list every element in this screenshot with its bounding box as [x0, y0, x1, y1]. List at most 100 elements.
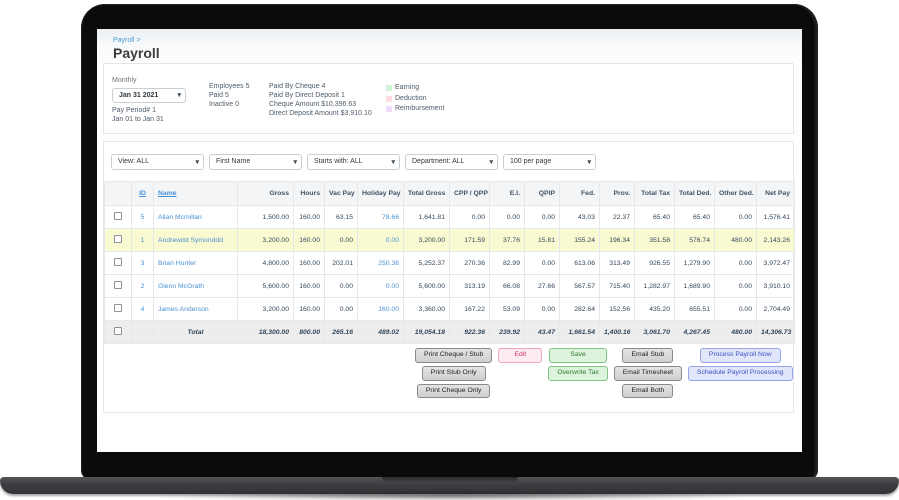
process-payroll-now-button[interactable]: Process Payroll Now: [699, 348, 781, 363]
cell-hours: 160.00: [293, 251, 325, 275]
cell-prov: 22.37: [599, 205, 635, 229]
employee-name-link[interactable]: James Anderson: [153, 297, 238, 321]
checkbox-cell: [104, 251, 132, 275]
employee-name-link[interactable]: Andrewdd Symonddd: [153, 228, 238, 252]
employee-id-link[interactable]: 1: [131, 228, 154, 252]
print-cheque-stub-button[interactable]: Print Cheque / Stub: [415, 348, 493, 363]
overwrite-tax-button[interactable]: Overwrite Tax: [548, 365, 608, 381]
legend: Earning Deduction Reimbursement: [386, 84, 444, 116]
cell-total-tax: 1,282.97: [634, 274, 675, 298]
filter-select-value: Starts with: ALL: [314, 158, 363, 165]
column-header-net-pay: Net Pay: [756, 181, 795, 206]
cell-qpip: 15.81: [524, 228, 560, 252]
employee-id-link[interactable]: 5: [131, 205, 154, 229]
pay-date-value: Jan 31 2021: [119, 92, 159, 99]
cell-e-i: 37.76: [489, 228, 525, 252]
cell-e-i: 0.00: [489, 205, 525, 229]
cell-fed: 567.57: [559, 274, 600, 298]
row-checkbox[interactable]: [114, 327, 122, 335]
email-both-button[interactable]: Email Both: [622, 383, 674, 399]
employee-id-link[interactable]: 3: [131, 251, 154, 275]
cell-prov: 313.49: [599, 251, 635, 275]
cell-qpip: 0.00: [524, 297, 560, 321]
cell-holiday-pay[interactable]: 78.66: [357, 205, 404, 229]
cell-fed: 155.24: [559, 228, 600, 252]
employee-name-link[interactable]: Allan Mcmillan: [153, 205, 238, 229]
filter-select-first-name[interactable]: First Name ▾: [209, 154, 302, 170]
filter-select-100-per-page[interactable]: 100 per page ▾: [503, 154, 596, 170]
table-row-employee-andrewdd-symonddd: 1 Andrewdd Symonddd 3,200.00 160.00 0.00 0.00…: [104, 228, 795, 252]
cell-other-ded: 0.00: [714, 205, 757, 229]
legend-label: Reimbursement: [395, 105, 445, 112]
cell-holiday-pay[interactable]: 0.00: [357, 274, 404, 298]
pay-period-range: Jan 01 to Jan 31: [112, 116, 164, 123]
employee-counts-column: Employees 5 Paid 5 Inactive 0: [209, 83, 249, 110]
filter-select-department-all[interactable]: Department: ALL ▾: [405, 154, 498, 170]
chevron-down-icon: ▾: [587, 159, 591, 166]
legend-label: Deduction: [395, 94, 427, 102]
cell-vac-pay: 0.00: [324, 297, 358, 321]
row-checkbox[interactable]: [114, 258, 122, 266]
payroll-table: ID Name Gross Hours Vac Pay Holiday Pay Total …: [104, 181, 795, 344]
checkbox-cell: [104, 320, 132, 344]
employee-id-link[interactable]: 2: [131, 274, 154, 298]
filter-select-view-all[interactable]: View: ALL ▾: [111, 154, 204, 170]
cell-qpip: 0.00: [524, 205, 560, 229]
payroll-table-card: View: ALL ▾ First Name ▾ Starts with: ALL ▾ De…: [103, 141, 795, 413]
cell-prov: 196.34: [599, 228, 635, 252]
cell-e-i: 66.08: [489, 274, 525, 298]
email-timesheet-button[interactable]: Email Timesheet: [613, 365, 682, 381]
button-group-0: Print Cheque / Stub Print Stub Only Print …: [415, 348, 493, 399]
cell-vac-pay: 0.00: [324, 274, 358, 298]
column-header-holiday-pay: Holiday Pay: [357, 181, 404, 206]
row-checkbox[interactable]: [114, 235, 122, 243]
cell-prov: 152.56: [599, 297, 635, 321]
cell-holiday-pay[interactable]: 250.36: [357, 251, 404, 275]
payroll-table-body: 5 Allan Mcmillan 1,500.00 160.00 63.15 78.66 1…: [104, 205, 795, 344]
cell-cpp-qpp: 0.00: [449, 205, 490, 229]
cell-holiday-pay[interactable]: 160.00: [357, 297, 404, 321]
inactive-count: Inactive 0: [209, 101, 239, 108]
column-header-qpip: QPIP: [524, 181, 560, 206]
total-hours: 800.00: [293, 320, 325, 344]
legend-item-deduction: Deduction: [386, 95, 444, 103]
employees-count: Employees 5: [209, 83, 250, 90]
email-stub-button[interactable]: Email Stub: [622, 348, 674, 363]
filter-select-value: 100 per page: [510, 158, 552, 165]
total-gross: 18,300.00: [237, 320, 294, 344]
print-stub-only-button[interactable]: Print Stub Only: [421, 365, 486, 381]
print-cheque-only-button[interactable]: Print Cheque Only: [416, 383, 491, 399]
cell-holiday-pay[interactable]: 0.00: [357, 228, 404, 252]
employee-id-link[interactable]: 4: [131, 297, 154, 321]
cell-fed: 282.64: [559, 297, 600, 321]
header-checkbox-cell: [104, 181, 132, 206]
total-total-ded: 4,267.45: [674, 320, 715, 344]
column-header-vac-pay: Vac Pay: [324, 181, 358, 206]
laptop-screen: Payroll > Payroll Monthly Jan 31 2021 ▾ …: [97, 29, 802, 452]
column-header-total-ded: Total Ded.: [674, 181, 715, 206]
column-header-id[interactable]: ID: [131, 181, 154, 206]
total-prov: 1,400.16: [599, 320, 635, 344]
column-header-cpp-qpp: CPP / QPP: [449, 181, 490, 206]
paid-count: Paid 5: [209, 92, 229, 99]
filter-select-starts-with-all[interactable]: Starts with: ALL ▾: [307, 154, 400, 170]
schedule-payroll-processing-button[interactable]: Schedule Payroll Processing: [688, 365, 793, 381]
employee-name-link[interactable]: Brian Hunter: [153, 251, 238, 275]
pay-date-select[interactable]: Jan 31 2021 ▾: [112, 88, 186, 103]
save-button[interactable]: Save: [549, 348, 608, 363]
row-checkbox[interactable]: [114, 304, 122, 312]
column-header-fed: Fed.: [559, 181, 600, 206]
table-row-employee-glenn-mcgrath: 2 Glenn McGrath 5,600.00 160.00 0.00 0.00 5,60…: [104, 274, 795, 298]
column-header-name[interactable]: Name: [153, 181, 238, 206]
edit-button[interactable]: Edit: [498, 348, 543, 363]
pay-period-column: Monthly Jan 31 2021 ▾ Pay Period# 1 Jan …: [112, 77, 186, 125]
cell-vac-pay: 202.01: [324, 251, 358, 275]
row-checkbox[interactable]: [114, 212, 122, 220]
cell-qpip: 0.00: [524, 251, 560, 275]
employee-name-link[interactable]: Glenn McGrath: [153, 274, 238, 298]
cell-other-ded: 0.00: [714, 274, 757, 298]
cell-net-pay: 1,576.41: [756, 205, 795, 229]
row-checkbox[interactable]: [114, 281, 122, 289]
breadcrumb[interactable]: Payroll >: [113, 37, 140, 44]
total-vac-pay: 265.16: [324, 320, 358, 344]
